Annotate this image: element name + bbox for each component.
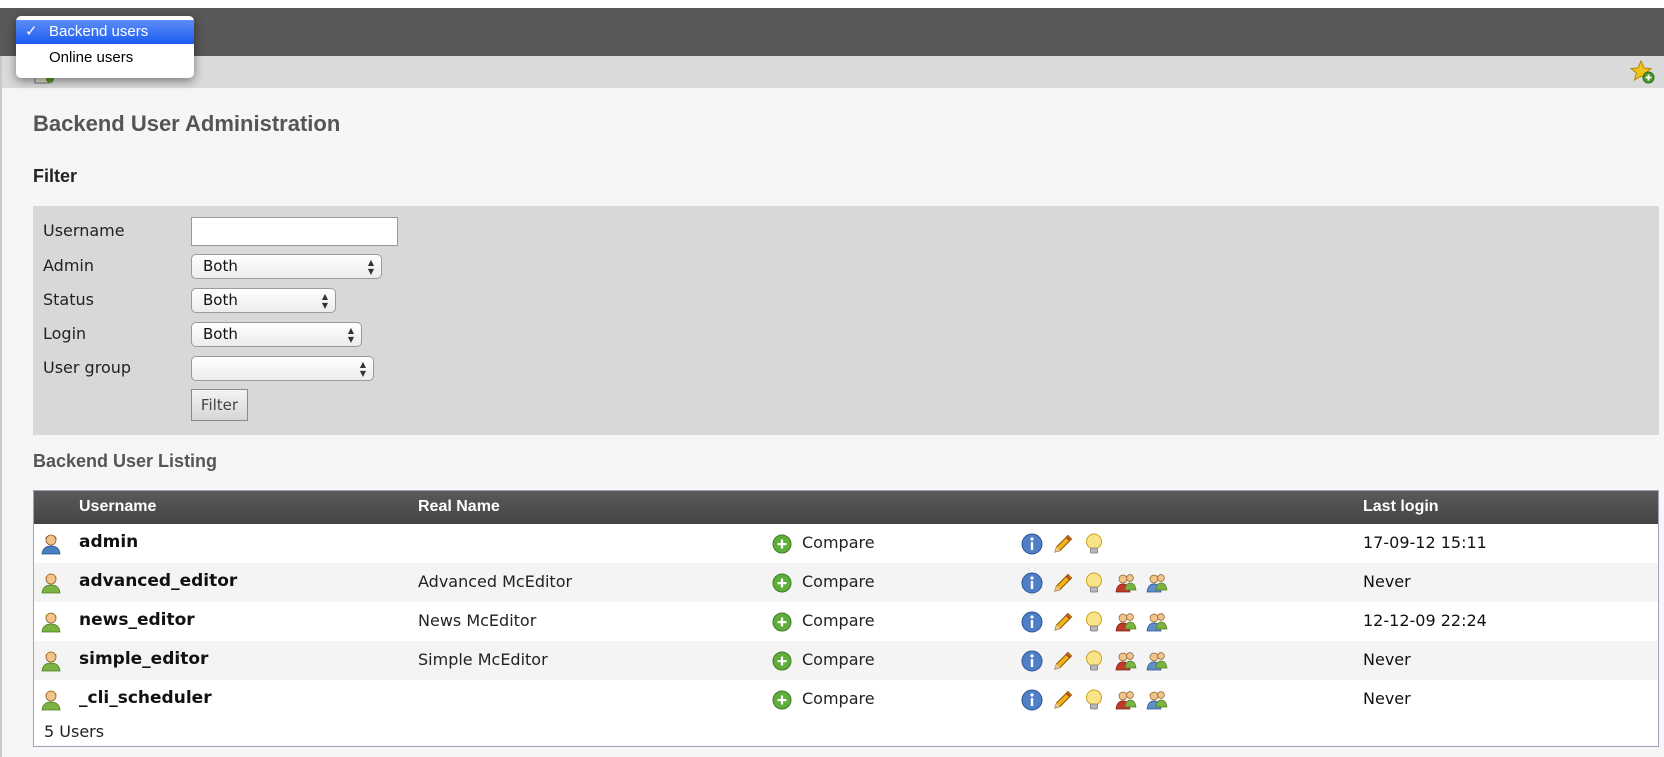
column-header-last-login[interactable]: Last login bbox=[1363, 498, 1439, 516]
status-select-value: Both bbox=[203, 291, 238, 309]
top-strip bbox=[0, 0, 1664, 8]
info-icon[interactable] bbox=[1020, 610, 1044, 634]
username-cell[interactable]: _cli_scheduler bbox=[79, 688, 212, 708]
compare-link[interactable]: Compare bbox=[802, 689, 875, 708]
listing-title: Backend User Listing bbox=[33, 451, 218, 471]
menu-option-label: Backend users bbox=[49, 23, 149, 40]
compare-add-icon[interactable] bbox=[772, 573, 792, 593]
menu-option-backend-users[interactable]: ✓ Backend users bbox=[16, 20, 194, 44]
switch-user-icon[interactable] bbox=[1114, 571, 1138, 595]
filter-panel: Username Admin Both ▲ ▼ Status Both ▲ ▼ Lo… bbox=[33, 206, 1659, 435]
last-login-cell: 12-12-09 22:24 bbox=[1363, 611, 1487, 630]
add-shortcut-star-icon[interactable] bbox=[1630, 59, 1656, 85]
user-group-label: User group bbox=[43, 358, 132, 377]
compare-add-icon[interactable] bbox=[772, 651, 792, 671]
table-row: advanced_editor Advanced McEditor Compar… bbox=[34, 563, 1658, 602]
last-login-cell: Never bbox=[1363, 689, 1411, 708]
page-title: Backend User Administration bbox=[33, 111, 341, 136]
real-name-cell: Advanced McEditor bbox=[418, 572, 573, 591]
admin-label: Admin bbox=[43, 256, 94, 275]
filter-title: Filter bbox=[33, 166, 78, 186]
user-icon[interactable] bbox=[41, 611, 61, 633]
status-label: Status bbox=[43, 290, 94, 309]
select-arrows-icon: ▲ ▼ bbox=[367, 258, 374, 276]
edit-pencil-icon[interactable] bbox=[1051, 649, 1075, 673]
real-name-cell: Simple McEditor bbox=[418, 650, 548, 669]
function-menu-dropdown[interactable]: ✓ Backend users Online users bbox=[16, 16, 194, 78]
menu-option-online-users[interactable]: Online users bbox=[16, 46, 194, 70]
admin-user-icon[interactable] bbox=[41, 533, 61, 555]
left-border bbox=[0, 56, 2, 757]
compare-add-icon[interactable] bbox=[772, 534, 792, 554]
username-cell[interactable]: admin bbox=[79, 532, 138, 552]
compare-add-icon[interactable] bbox=[772, 690, 792, 710]
edit-pencil-icon[interactable] bbox=[1051, 688, 1075, 712]
filter-button[interactable]: Filter bbox=[191, 389, 248, 421]
compare-link[interactable]: Compare bbox=[802, 533, 875, 552]
compare-add-icon[interactable] bbox=[772, 612, 792, 632]
info-icon[interactable] bbox=[1020, 688, 1044, 712]
user-count: 5 Users bbox=[44, 722, 105, 741]
menu-option-label: Online users bbox=[49, 49, 134, 66]
info-icon[interactable] bbox=[1020, 571, 1044, 595]
table-row: simple_editor Simple McEditor Compare Ne… bbox=[34, 641, 1658, 680]
select-arrows-icon: ▲ ▼ bbox=[321, 292, 328, 310]
switch-user-icon[interactable] bbox=[1114, 688, 1138, 712]
compare-link[interactable]: Compare bbox=[802, 611, 875, 630]
table-row: _cli_scheduler Compare Never bbox=[34, 680, 1658, 719]
last-login-cell: 17-09-12 15:11 bbox=[1363, 533, 1487, 552]
user-icon[interactable] bbox=[41, 572, 61, 594]
switch-user-icon[interactable] bbox=[1114, 610, 1138, 634]
username-cell[interactable]: news_editor bbox=[79, 610, 195, 630]
lightbulb-icon[interactable] bbox=[1082, 649, 1106, 673]
username-input[interactable] bbox=[191, 217, 398, 246]
login-select[interactable]: Both ▲ ▼ bbox=[191, 322, 362, 347]
docheader-top bbox=[0, 8, 1664, 56]
edit-pencil-icon[interactable] bbox=[1051, 571, 1075, 595]
status-select[interactable]: Both ▲ ▼ bbox=[191, 288, 336, 313]
user-icon[interactable] bbox=[41, 689, 61, 711]
last-login-cell: Never bbox=[1363, 650, 1411, 669]
switch-back-user-icon[interactable] bbox=[1145, 610, 1169, 634]
select-arrows-icon: ▲ ▼ bbox=[359, 360, 366, 378]
info-icon[interactable] bbox=[1020, 649, 1044, 673]
column-header-real-name[interactable]: Real Name bbox=[418, 498, 500, 516]
edit-pencil-icon[interactable] bbox=[1051, 532, 1075, 556]
username-label: Username bbox=[43, 221, 125, 240]
column-header-username[interactable]: Username bbox=[79, 498, 156, 516]
switch-back-user-icon[interactable] bbox=[1145, 688, 1169, 712]
docheader-bottom bbox=[0, 56, 1664, 88]
user-group-select[interactable]: ▲ ▼ bbox=[191, 356, 374, 381]
switch-back-user-icon[interactable] bbox=[1145, 649, 1169, 673]
compare-link[interactable]: Compare bbox=[802, 572, 875, 591]
compare-link[interactable]: Compare bbox=[802, 650, 875, 669]
lightbulb-icon[interactable] bbox=[1082, 571, 1106, 595]
user-table: Username Real Name Last login admin Comp… bbox=[33, 490, 1659, 747]
switch-user-icon[interactable] bbox=[1114, 649, 1138, 673]
lightbulb-icon[interactable] bbox=[1082, 532, 1106, 556]
last-login-cell: Never bbox=[1363, 572, 1411, 591]
login-label: Login bbox=[43, 324, 87, 343]
admin-select-value: Both bbox=[203, 257, 238, 275]
login-select-value: Both bbox=[203, 325, 238, 343]
switch-back-user-icon[interactable] bbox=[1145, 571, 1169, 595]
user-icon[interactable] bbox=[41, 650, 61, 672]
info-icon[interactable] bbox=[1020, 532, 1044, 556]
admin-select[interactable]: Both ▲ ▼ bbox=[191, 254, 382, 279]
username-cell[interactable]: simple_editor bbox=[79, 649, 208, 669]
real-name-cell: News McEditor bbox=[418, 611, 537, 630]
lightbulb-icon[interactable] bbox=[1082, 610, 1106, 634]
username-cell[interactable]: advanced_editor bbox=[79, 571, 237, 591]
table-header: Username Real Name Last login bbox=[34, 491, 1658, 524]
select-arrows-icon: ▲ ▼ bbox=[347, 326, 354, 344]
edit-pencil-icon[interactable] bbox=[1051, 610, 1075, 634]
checkmark-icon: ✓ bbox=[25, 23, 38, 40]
table-row: news_editor News McEditor Compare 12-12-… bbox=[34, 602, 1658, 641]
lightbulb-icon[interactable] bbox=[1082, 688, 1106, 712]
